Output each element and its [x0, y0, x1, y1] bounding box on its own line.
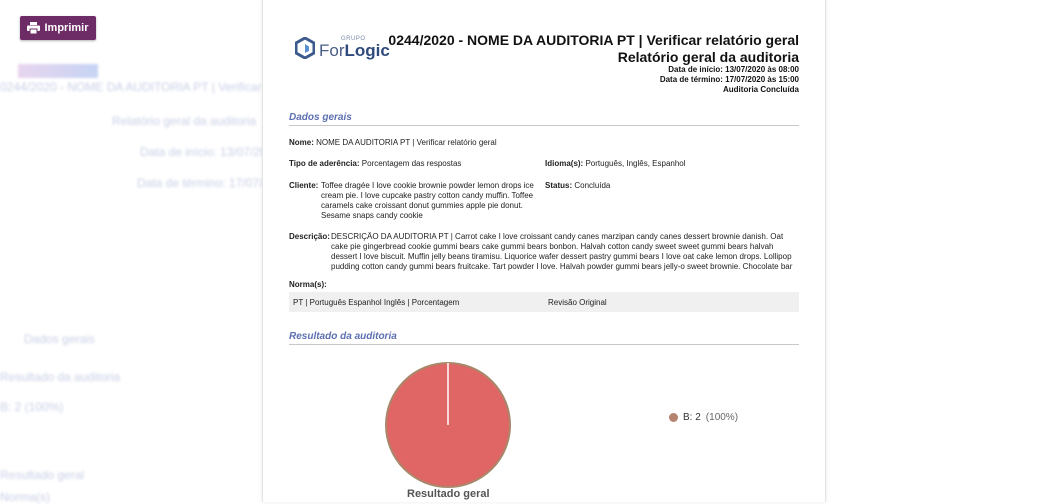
end-date: Data de término: 17/07/2020 às 15:00	[659, 75, 799, 84]
logo-name-bold: Logic	[344, 41, 390, 60]
field-tipo-aderencia: Tipo de aderência: Porcentagem das respo…	[289, 159, 539, 169]
print-button-label: Imprimir	[44, 22, 89, 34]
report-header: 0244/2020 - NOME DA AUDITORIA PT | Verif…	[388, 32, 799, 95]
logo-icon	[295, 36, 315, 59]
pie-chart-svg	[385, 362, 511, 488]
ghost-text: Relatório geral da auditoria	[112, 114, 257, 128]
tipo-label: Tipo de aderência:	[289, 159, 360, 168]
descricao-label: Descrição:	[289, 232, 330, 241]
idioma-value: Português, Inglês, Espanhol	[585, 159, 686, 168]
cliente-label: Cliente:	[289, 181, 319, 190]
section-resultado: Resultado da auditoria	[289, 331, 799, 345]
tipo-value: Porcentagem das respostas	[361, 159, 462, 168]
nome-value: NOME DA AUDITORIA PT | Verificar relatór…	[316, 138, 497, 147]
ghost-text: Dados gerais	[24, 332, 95, 346]
nome-label: Nome:	[289, 138, 314, 147]
pie-caption: Resultado geral	[407, 488, 490, 500]
forlogic-logo: GRUPO ForLogic	[295, 36, 390, 59]
legend-percentage: (100%)	[705, 412, 739, 423]
print-button[interactable]: Imprimir	[20, 16, 96, 40]
field-status: Status: Concluída	[545, 181, 795, 191]
field-idioma: Idioma(s): Português, Inglês, Espanhol	[545, 159, 795, 169]
report-title: 0244/2020 - NOME DA AUDITORIA PT | Verif…	[388, 32, 799, 48]
pie-chart	[383, 360, 513, 495]
ghost-bar	[18, 64, 98, 78]
report-page: GRUPO ForLogic 0244/2020 - NOME DA AUDIT…	[262, 0, 826, 502]
norma-revisao: Revisão Original	[548, 298, 607, 307]
field-nome: Nome: NOME DA AUDITORIA PT | Verificar r…	[289, 138, 799, 148]
ghost-text: B: 2 (100%)	[0, 400, 64, 414]
legend-label: B: 2	[683, 412, 701, 423]
status-value: Concluída	[574, 181, 611, 190]
descricao-value: DESCRIÇÃO DA AUDITORIA PT | Carrot cake …	[331, 232, 793, 271]
audit-status: Auditoria Concluída	[723, 85, 799, 94]
idioma-label: Idioma(s):	[545, 159, 584, 168]
cliente-value: Toffee dragée I love cookie brownie powd…	[321, 181, 534, 220]
section-dados-gerais: Dados gerais	[289, 112, 799, 126]
legend-dot	[669, 413, 678, 422]
ghost-text: Data de início: 13/07/2020	[140, 145, 281, 159]
start-date: Data de início: 13/07/2020 às 08:00	[668, 65, 799, 74]
ghost-text: Resultado da auditoria	[0, 370, 121, 384]
chart-legend: B: 2 (100%)	[669, 412, 738, 423]
status-label: Status:	[545, 181, 573, 190]
norma-value: PT | Português Espanhol Inglês | Porcent…	[293, 298, 460, 307]
printer-icon	[27, 22, 41, 34]
ghost-text: Resultado geral	[0, 468, 85, 482]
logo-name-prefix: For	[319, 41, 345, 60]
norma-label: Norma(s):	[289, 280, 327, 289]
report-subtitle: Relatório geral da auditoria	[617, 49, 799, 65]
norma-row: PT | Português Espanhol Inglês | Porcent…	[289, 292, 799, 312]
